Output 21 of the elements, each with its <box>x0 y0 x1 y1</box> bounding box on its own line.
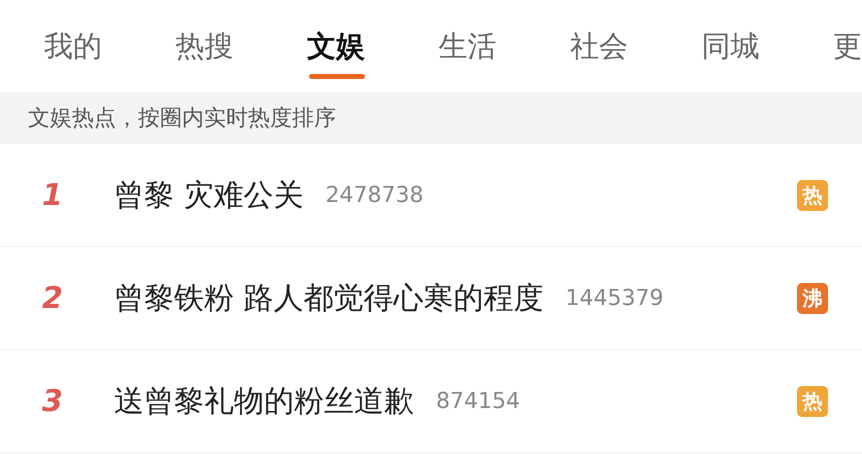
tab[interactable]: 热搜 <box>176 0 307 92</box>
tab-indicator <box>309 74 365 79</box>
tab[interactable]: 更 <box>833 0 862 92</box>
notice-text: 文娱热点，按圈内实时热度排序 <box>0 92 862 144</box>
heat-count: 874154 <box>436 388 520 416</box>
rank-number: 2 <box>42 280 64 318</box>
tab[interactable]: 生活 <box>438 0 570 92</box>
hot-badge: 热 <box>797 180 828 210</box>
topic-link[interactable]: 送曾黎礼物的粉丝道歉 <box>114 378 414 424</box>
topic-link[interactable]: 曾黎铁粉 路人都觉得心寒的程度 <box>114 276 544 320</box>
rank-number: 3 <box>42 382 64 420</box>
heat-count: 2478738 <box>326 182 424 210</box>
tab[interactable]: 同城 <box>702 0 833 92</box>
tab[interactable]: 我的 <box>44 0 176 92</box>
heat-count: 1445379 <box>566 284 664 312</box>
hot-badge: 热 <box>797 386 828 416</box>
tab[interactable]: 文娱 <box>307 0 438 92</box>
hot-badge: 沸 <box>797 282 828 314</box>
topic-link[interactable]: 曾黎 灾难公关 <box>114 172 304 218</box>
tab[interactable]: 社会 <box>570 0 702 92</box>
rank-number: 1 <box>42 176 64 214</box>
